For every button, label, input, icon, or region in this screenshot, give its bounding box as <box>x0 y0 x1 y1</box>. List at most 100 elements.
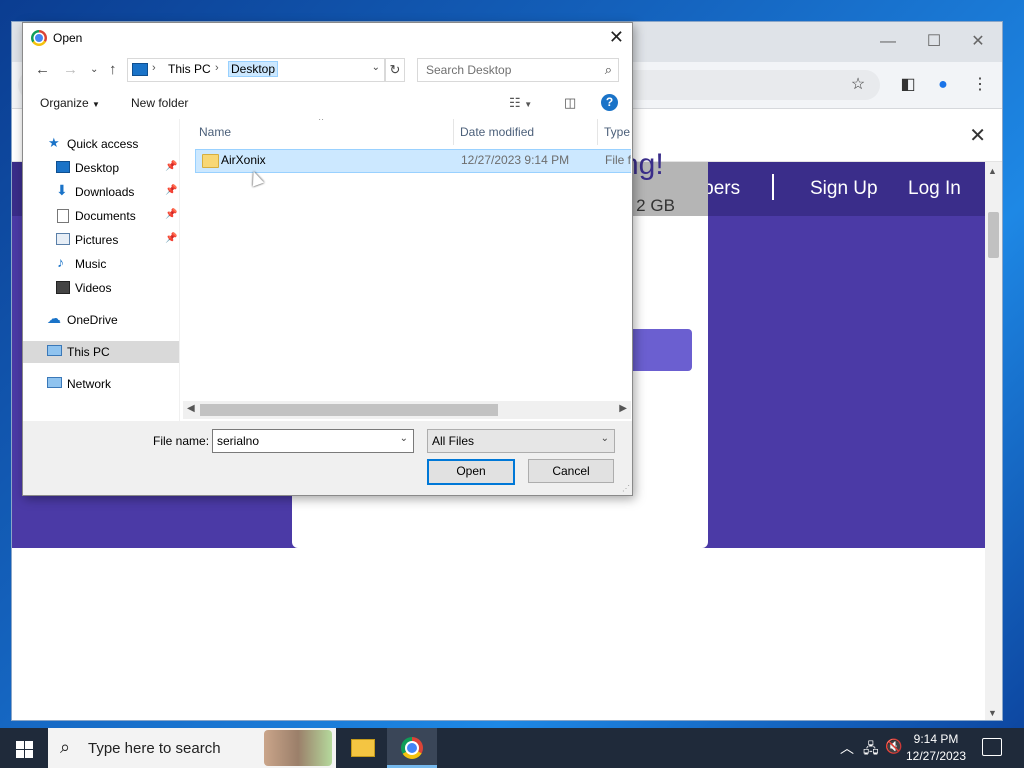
dialog-titlebar: Open ✕ <box>23 23 632 53</box>
pin-icon[interactable]: 📌 <box>165 209 177 220</box>
chrome-taskbar-button[interactable] <box>387 728 437 768</box>
profile-icon[interactable]: ● <box>931 74 955 96</box>
breadcrumb-desktop[interactable]: Desktop <box>228 61 279 77</box>
close-icon[interactable]: ✕ <box>609 27 624 48</box>
sidebar-item-quick-access[interactable]: ★ Quick access <box>23 133 179 155</box>
windows-logo-pane <box>25 741 33 749</box>
sort-ascending-icon: ^ <box>319 119 324 125</box>
cancel-button[interactable]: Cancel <box>528 459 614 483</box>
scroll-thumb[interactable] <box>200 404 498 416</box>
nav-divider <box>772 174 774 200</box>
network-icon <box>47 377 62 388</box>
file-name: AirXonix <box>221 153 266 167</box>
chevron-down-icon[interactable]: ⌄ <box>601 433 609 444</box>
back-arrow-icon[interactable]: ← <box>35 61 50 78</box>
sidebar-item-pictures[interactable]: Pictures 📌 <box>23 229 179 251</box>
sidebar-item-onedrive[interactable]: ☁ OneDrive <box>23 309 179 331</box>
sidebar-item-desktop[interactable]: Desktop 📌 <box>23 157 179 179</box>
page-scroll-thumb[interactable] <box>988 212 999 258</box>
nav-log-in[interactable]: Log In <box>908 178 961 200</box>
chrome-icon <box>31 30 47 46</box>
organize-button[interactable]: Organize ▼ <box>40 96 100 110</box>
upload-button[interactable] <box>632 329 692 371</box>
chevron-up-icon[interactable]: ︿ <box>840 738 854 758</box>
minimize-icon[interactable]: — <box>868 30 908 54</box>
folder-icon <box>202 154 219 168</box>
horizontal-scrollbar[interactable]: ◀ ▶ <box>183 401 631 419</box>
forward-arrow-icon[interactable]: → <box>63 61 78 78</box>
sidebar-item-music[interactable]: ♪ Music <box>23 253 179 275</box>
pictures-icon <box>56 233 70 245</box>
organize-label: Organize <box>40 96 89 110</box>
dialog-footer: File name: serialno ⌄ All Files ⌄ Open C… <box>23 421 632 495</box>
column-date-modified[interactable]: Date modified <box>460 119 534 145</box>
taskbar-search-placeholder: Type here to search <box>88 740 221 757</box>
close-window-icon[interactable]: ✕ <box>958 30 998 54</box>
sidebar-item-network[interactable]: Network <box>23 373 179 395</box>
chevron-down-icon[interactable]: ⌄ <box>400 433 408 444</box>
clock[interactable]: 9:14 PM 12/27/2023 <box>904 731 968 765</box>
recent-locations-icon[interactable]: ⌄ <box>90 64 98 75</box>
pin-icon[interactable]: 📌 <box>165 185 177 196</box>
side-panel-icon[interactable]: ◧ <box>896 74 920 96</box>
file-name-value: serialno <box>217 434 260 448</box>
dialog-title: Open <box>53 31 83 45</box>
scroll-right-icon[interactable]: ▶ <box>619 403 627 414</box>
file-type-select[interactable]: All Files ⌄ <box>427 429 615 453</box>
resize-grip-icon[interactable]: ⋰ <box>622 484 630 493</box>
chevron-right-icon[interactable]: › <box>152 62 156 74</box>
column-name[interactable]: Name <box>199 119 231 145</box>
menu-icon[interactable]: ⋮ <box>968 74 992 96</box>
bookmark-star-icon[interactable]: ☆ <box>846 74 870 96</box>
list-item[interactable]: AirXonix 12/27/2023 9:14 PM File folder <box>195 149 631 173</box>
download-icon: ⬇ <box>56 182 68 198</box>
search-icon: ⌕ <box>604 62 612 77</box>
music-icon: ♪ <box>57 254 64 270</box>
taskbar: ⌕ Type here to search ︿ 🖧 🔇 9:14 PM 12/2… <box>0 728 1024 768</box>
maximize-icon[interactable]: ☐ <box>914 30 954 54</box>
help-icon[interactable]: ? <box>601 94 618 111</box>
taskbar-search[interactable]: ⌕ Type here to search <box>48 728 336 768</box>
column-divider[interactable] <box>597 119 598 145</box>
open-button[interactable]: Open <box>427 459 515 485</box>
breadcrumb-this-pc[interactable]: This PC <box>168 62 211 76</box>
sidebar-item-this-pc[interactable]: This PC <box>23 341 179 363</box>
notification-icon[interactable] <box>982 738 1002 756</box>
sidebar-item-label: Pictures <box>75 233 119 247</box>
videos-icon <box>56 281 70 294</box>
preview-pane-icon[interactable]: ◫ <box>564 95 576 111</box>
sidebar-item-label: Network <box>67 377 112 391</box>
chevron-down-icon[interactable]: ⌄ <box>372 62 380 73</box>
up-arrow-icon[interactable]: ↑ <box>109 61 117 78</box>
start-button[interactable] <box>0 728 48 768</box>
column-divider[interactable] <box>453 119 454 145</box>
view-options-icon[interactable]: ☷ ▼ <box>509 95 532 111</box>
sidebar-item-documents[interactable]: Documents 📌 <box>23 205 179 227</box>
chevron-right-icon[interactable]: › <box>215 62 219 74</box>
chevron-down-icon: ▼ <box>92 100 100 109</box>
file-type-value: All Files <box>432 434 475 448</box>
volume-muted-icon[interactable]: 🔇 <box>885 738 902 755</box>
file-name-field[interactable]: serialno ⌄ <box>212 429 414 453</box>
close-icon[interactable]: ✕ <box>969 123 986 148</box>
search-highlight-image <box>264 730 332 766</box>
column-type[interactable]: Type <box>604 119 630 145</box>
navigation-pane: ★ Quick access Desktop 📌 ⬇ Downloads 📌 D… <box>23 119 180 421</box>
refresh-icon[interactable]: ↻ <box>385 58 405 82</box>
sidebar-item-videos[interactable]: Videos <box>23 277 179 299</box>
file-explorer-taskbar-button[interactable] <box>337 728 387 768</box>
scroll-down-icon[interactable]: ▼ <box>988 708 997 718</box>
scroll-up-icon[interactable]: ▲ <box>988 166 997 176</box>
new-folder-button[interactable]: New folder <box>131 96 188 110</box>
pin-icon[interactable]: 📌 <box>165 233 177 244</box>
scroll-left-icon[interactable]: ◀ <box>187 403 195 414</box>
network-icon[interactable]: 🖧 <box>863 738 879 762</box>
search-input[interactable]: Search Desktop ⌕ <box>417 58 619 82</box>
nav-sign-up[interactable]: Sign Up <box>810 178 878 200</box>
search-placeholder: Search Desktop <box>426 63 512 77</box>
sidebar-item-downloads[interactable]: ⬇ Downloads 📌 <box>23 181 179 203</box>
sidebar-item-label: Downloads <box>75 185 135 199</box>
pin-icon[interactable]: 📌 <box>165 161 177 172</box>
clock-time: 9:14 PM <box>913 732 959 746</box>
breadcrumb[interactable]: › This PC › Desktop ⌄ <box>127 58 385 82</box>
